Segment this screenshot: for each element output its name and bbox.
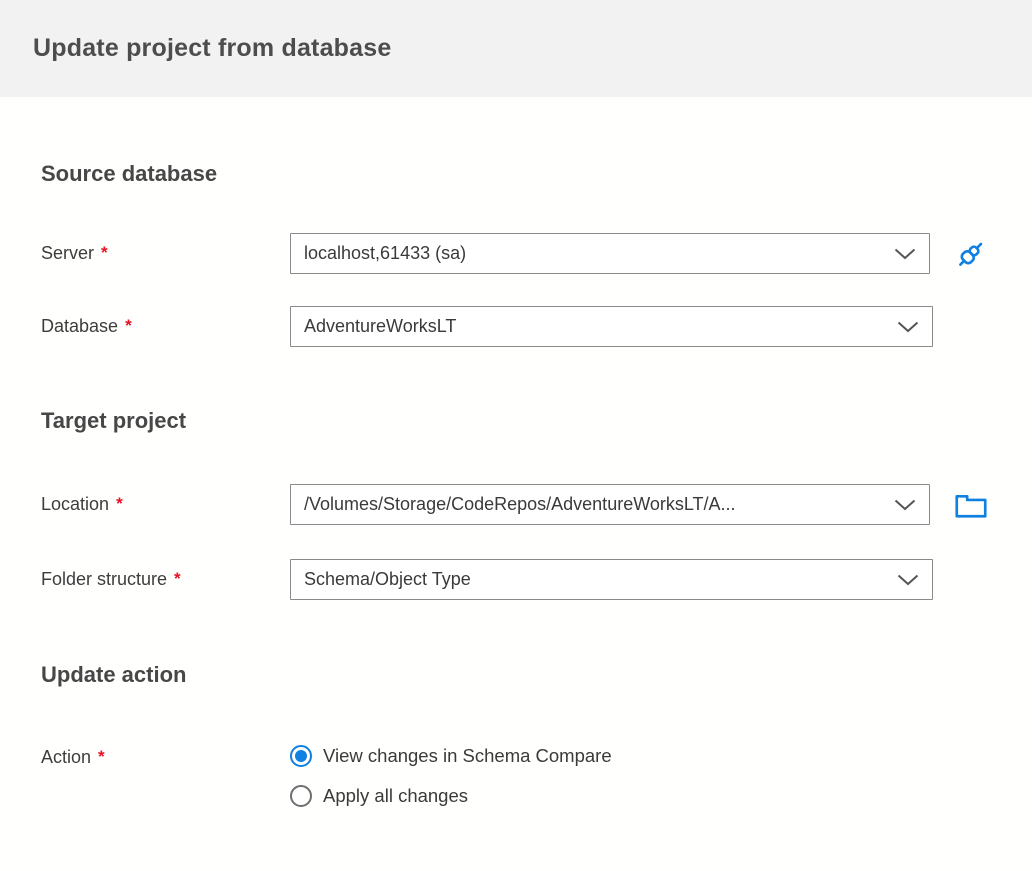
action-label: Action * <box>41 747 105 767</box>
location-field-row: Location * /Volumes/Storage/CodeRepos/Adv… <box>41 484 991 525</box>
required-asterisk: * <box>125 316 132 335</box>
database-label: Database * <box>41 316 132 336</box>
server-dropdown[interactable]: localhost,61433 (sa) <box>290 233 931 274</box>
radio-view-changes-schema-compare[interactable]: View changes in Schema Compare <box>290 743 612 769</box>
radio-label: Apply all changes <box>323 785 469 806</box>
folder-structure-field-row: Folder structure * Schema/Object Type <box>41 559 991 600</box>
required-asterisk: * <box>98 747 105 766</box>
section-heading-update-action: Update action <box>41 662 187 687</box>
location-label: Location * <box>41 494 123 514</box>
chevron-down-icon <box>894 499 916 511</box>
dialog-header: Update project from database <box>0 0 1032 97</box>
folder-structure-dropdown-value: Schema/Object Type <box>304 569 471 589</box>
location-dropdown[interactable]: /Volumes/Storage/CodeRepos/AdventureWork… <box>290 484 931 525</box>
radio-button-icon[interactable] <box>290 745 312 767</box>
chevron-down-icon <box>894 248 916 260</box>
action-field-row: Action * View changes in Schema Compare A… <box>41 743 991 809</box>
database-dropdown[interactable]: AdventureWorksLT <box>290 306 933 347</box>
required-asterisk: * <box>174 569 181 588</box>
radio-button-icon[interactable] <box>290 785 312 807</box>
dialog-body: Source database Server * localhost,61433 … <box>0 161 1032 809</box>
database-field-row: Database * AdventureWorksLT <box>41 306 991 347</box>
folder-structure-dropdown[interactable]: Schema/Object Type <box>290 559 933 600</box>
server-dropdown-value: localhost,61433 (sa) <box>304 243 467 263</box>
folder-structure-label: Folder structure * <box>41 569 181 589</box>
server-field-row: Server * localhost,61433 (sa) <box>41 233 991 274</box>
radio-label: View changes in Schema Compare <box>323 745 612 766</box>
server-label: Server * <box>41 243 108 263</box>
location-dropdown-value: /Volumes/Storage/CodeRepos/AdventureWork… <box>304 494 736 514</box>
connect-server-button[interactable] <box>951 234 991 274</box>
required-asterisk: * <box>116 494 123 513</box>
section-heading-source-database: Source database <box>41 161 218 186</box>
chevron-down-icon <box>897 321 919 333</box>
section-heading-target-project: Target project <box>41 408 187 433</box>
radio-apply-all-changes[interactable]: Apply all changes <box>290 783 612 809</box>
plug-connect-icon <box>952 236 990 272</box>
database-dropdown-value: AdventureWorksLT <box>304 316 457 336</box>
chevron-down-icon <box>897 574 919 586</box>
dialog-title: Update project from database <box>33 34 392 62</box>
action-radio-group: View changes in Schema Compare Apply all… <box>290 743 612 809</box>
folder-icon <box>954 490 988 520</box>
required-asterisk: * <box>101 243 108 262</box>
browse-folder-button[interactable] <box>951 485 991 525</box>
